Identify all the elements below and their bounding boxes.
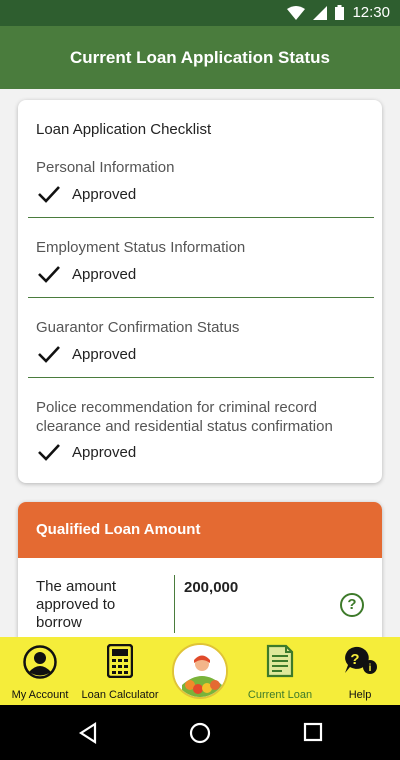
svg-text:i: i	[369, 663, 372, 674]
checklist-card: Loan Application Checklist Personal Info…	[18, 100, 382, 483]
nav-loan-calculator[interactable]: Loan Calculator	[80, 637, 160, 705]
system-nav-bar	[0, 705, 400, 760]
main-content[interactable]: Loan Application Checklist Personal Info…	[0, 89, 400, 637]
page-title: Current Loan Application Status	[69, 48, 331, 67]
battery-icon	[335, 5, 345, 20]
vertical-divider	[174, 575, 175, 633]
nav-label: Current Loan	[247, 689, 313, 701]
status-bar: 12:30	[0, 0, 400, 26]
calculator-icon	[107, 644, 133, 678]
nav-current-loan[interactable]: Current Loan	[240, 637, 320, 705]
status-icons: 12:30	[287, 4, 390, 21]
amount-card-header: Qualified Loan Amount	[18, 502, 382, 558]
divider	[28, 377, 374, 378]
checkmark-icon	[38, 266, 60, 283]
amount-label: The amount approved to borrow	[36, 578, 117, 631]
status-text: Approved	[72, 443, 137, 461]
nav-label: Loan Calculator	[81, 689, 159, 701]
nav-label: Help	[348, 689, 372, 701]
checklist-item-status: Approved	[36, 184, 136, 204]
home-icon[interactable]	[189, 722, 211, 744]
divider	[28, 297, 374, 298]
document-icon	[266, 644, 294, 678]
status-text: Approved	[72, 265, 137, 283]
status-text: Approved	[72, 185, 137, 203]
back-icon[interactable]	[78, 722, 98, 744]
checklist-item-status: Approved	[36, 442, 136, 462]
checklist-item-label: Personal Information	[36, 159, 175, 176]
recents-icon[interactable]	[303, 722, 323, 742]
svg-text:?: ?	[350, 651, 359, 668]
qualified-amount-card: Qualified Loan Amount The amount approve…	[18, 502, 382, 637]
nav-my-account[interactable]: My Account	[0, 637, 80, 705]
nav-label: My Account	[11, 689, 69, 701]
checklist-item-status: Approved	[36, 344, 136, 364]
status-time: 12:30	[352, 4, 390, 21]
checklist-item-status: Approved	[36, 264, 136, 284]
checklist-item-label: Police recommendation for criminal recor…	[36, 399, 333, 435]
checkmark-icon	[38, 186, 60, 203]
question-circle-icon[interactable]: ?	[340, 593, 364, 617]
checkmark-icon	[38, 444, 60, 461]
checklist-item-label: Employment Status Information	[36, 239, 246, 256]
app-bar: Current Loan Application Status	[0, 26, 400, 89]
divider	[28, 217, 374, 218]
checklist-item-label: Guarantor Confirmation Status	[36, 319, 240, 336]
checklist-title: Loan Application Checklist	[36, 121, 212, 138]
bottom-nav: My Account Loan Calculator Current Loan …	[0, 637, 400, 705]
nav-help[interactable]: ? i Help	[320, 637, 400, 705]
app-logo-image	[174, 645, 226, 697]
signal-icon	[313, 5, 328, 20]
app-logo[interactable]	[172, 643, 228, 699]
amount-row: The amount approved to borrow 200,000 ?	[18, 558, 382, 637]
account-icon	[23, 645, 57, 679]
help-icon: ? i	[345, 646, 377, 674]
wifi-icon	[287, 5, 306, 20]
amount-value: 200,000	[184, 579, 239, 596]
status-text: Approved	[72, 345, 137, 363]
checkmark-icon	[38, 346, 60, 363]
